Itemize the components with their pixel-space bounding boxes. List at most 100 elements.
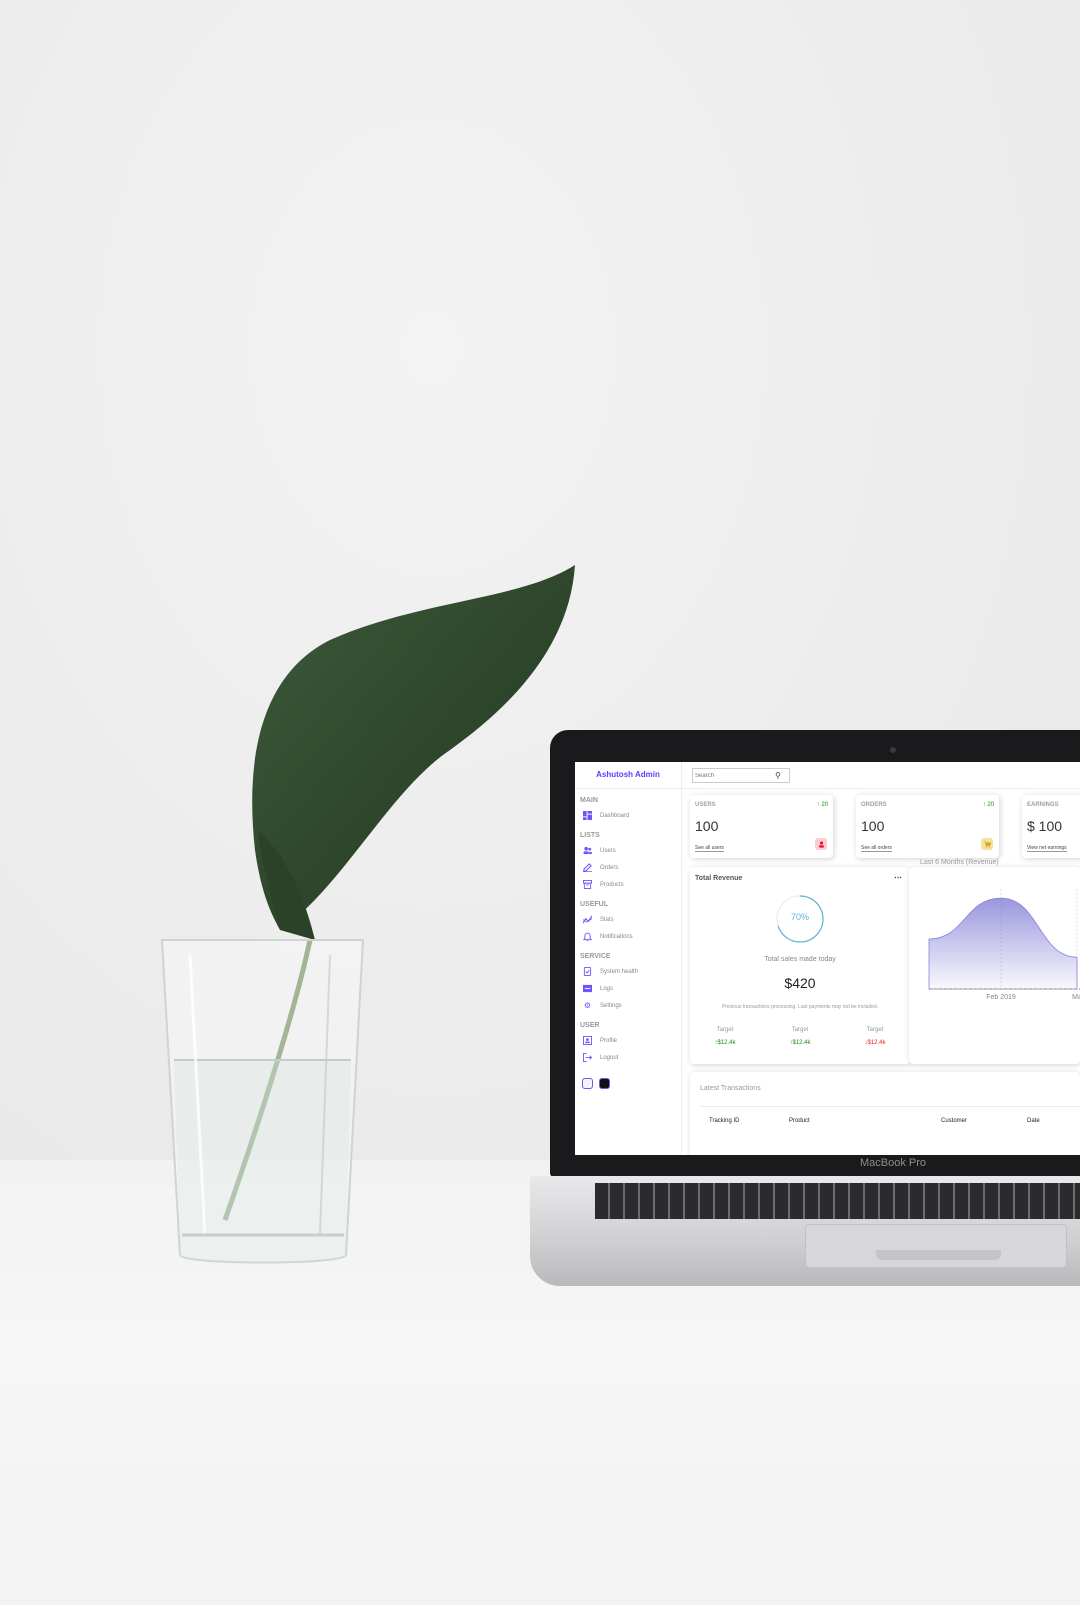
more-options-icon[interactable]: ⋯ [894,873,902,882]
chart-title: Last 6 Months (Revenue) [920,859,999,866]
section-service-title: SERVICE [580,953,611,960]
sidebar-item-logout[interactable]: Logout [575,1049,681,1066]
target-amount: $12.4k [867,1040,886,1046]
column-header[interactable]: Product [789,1118,810,1124]
widget-title: ORDERS [861,802,887,808]
search-icon[interactable]: ⚲ [775,771,781,780]
targets-row: Target ↑$12.4k Target ↑$12.4k Target ↓$1… [695,1027,905,1046]
dark-theme-swatch[interactable] [599,1078,610,1089]
area-chart-svg: Feb 2019 Ma [928,889,1080,1001]
water-glass-image [160,939,365,1264]
transactions-title: Latest Transactions [700,1085,761,1092]
bell-icon [583,932,592,941]
target-item: Target ↑$12.4k [770,1027,830,1046]
laptop-trackpad [805,1224,1067,1268]
widget-earnings: EARNINGS $ 100 View net earnings [1022,795,1080,858]
chart-tick-label: Ma [1072,994,1080,1001]
logs-icon [583,984,592,993]
progress-label: 70% [790,912,809,922]
sidebar-item-profile[interactable]: Profile [575,1032,681,1049]
users-icon [583,846,592,855]
sidebar-item-settings[interactable]: ⚙ Settings [575,997,681,1014]
transactions-table-header: Tracking ID Product Customer Date [700,1106,1080,1133]
light-theme-swatch[interactable] [582,1078,593,1089]
featured-subtitle: Total sales made today [764,956,836,963]
sidebar-item-label: Logout [600,1054,619,1061]
widget-users: USERS ↑ 20 100 See all users [690,795,833,858]
sidebar-item-label: Stats [600,916,614,923]
laptop-lid-notch [876,1250,1001,1260]
widget-title: EARNINGS [1027,802,1059,808]
target-amount: $12.4k [717,1040,736,1046]
sidebar-item-orders[interactable]: Orders [575,859,681,876]
gear-icon: ⚙ [583,1001,592,1010]
laptop-screen: Ashutosh Admin MAIN Dashboard LISTS User… [575,762,1080,1155]
widget-title: USERS [695,802,716,808]
search-input[interactable] [693,772,775,779]
sidebar-item-products[interactable]: Products [575,876,681,893]
sidebar-item-label: Notifications [600,933,633,940]
featured-amount: $420 [784,975,816,991]
sidebar-item-label: Users [600,847,616,854]
sidebar-item-logs[interactable]: Logs [575,980,681,997]
sidebar-item-label: Orders [600,864,619,871]
sidebar-item-dashboard[interactable]: Dashboard [575,807,681,824]
target-label: Target [716,1027,734,1033]
target-amount: $12.4k [792,1040,811,1046]
latest-transactions-card: Latest Transactions Tracking ID Product … [690,1072,1080,1155]
widget-percentage: ↑ 20 [983,802,994,808]
webcam [890,747,896,753]
orders-icon [583,863,592,872]
dashboard-icon [583,811,592,820]
section-user-title: USER [580,1022,600,1029]
theme-switcher [582,1078,681,1089]
widget-link[interactable]: See all users [695,845,724,852]
app-logo[interactable]: Ashutosh Admin [596,770,660,779]
widget-value: $ 100 [1027,818,1063,834]
sidebar-item-stats[interactable]: Stats [575,911,681,928]
sidebar-item-label: Products [600,881,624,888]
widget-link[interactable]: See all orders [861,845,892,852]
revenue-chart: Last 6 Months (Revenue) Feb 2019 Ma [919,859,1080,1064]
profile-icon [583,1036,592,1045]
widget-link[interactable]: View net earnings [1027,845,1067,852]
sidebar-item-system-health[interactable]: System health [575,963,681,980]
widget-diff: 20 [821,802,828,808]
sidebar: Ashutosh Admin MAIN Dashboard LISTS User… [575,762,682,1155]
widget-orders: ORDERS ↑ 20 100 See all orders [856,795,999,858]
target-item: Target ↓$12.4k [845,1027,905,1046]
total-revenue-card: Total Revenue ⋯ 70% Total sales made tod… [690,867,910,1064]
widget-value: 100 [861,818,885,834]
section-useful-title: USEFUL [580,901,608,908]
chart-tick-label: Feb 2019 [986,994,1016,1001]
logout-icon [583,1053,592,1062]
column-header[interactable]: Customer [941,1118,967,1124]
stats-icon [583,915,592,924]
widget-percentage: ↑ 20 [817,802,828,808]
target-value: ↓$12.4k [845,1040,905,1046]
featured-description: Previous transactions processing. Last p… [721,1004,879,1010]
sidebar-item-label: System health [600,968,639,975]
sidebar-item-label: Logs [600,985,614,992]
laptop-keyboard [595,1183,1080,1219]
section-main-title: MAIN [580,797,598,804]
sidebar-item-notifications[interactable]: Notifications [575,928,681,945]
system-health-icon [583,967,592,976]
chart-area-series [928,897,1078,990]
target-label: Target [866,1027,884,1033]
target-label: Target [791,1027,809,1033]
widget-diff: 20 [987,802,994,808]
cart-icon [981,838,993,850]
target-value: ↑$12.4k [695,1040,755,1046]
user-icon [815,838,827,850]
laptop-brand-label: MacBook Pro [860,1157,927,1169]
column-header[interactable]: Tracking ID [709,1118,739,1124]
logo-bar: Ashutosh Admin [575,762,681,789]
arrow-up-icon: ↑ [982,802,986,808]
sidebar-item-users[interactable]: Users [575,842,681,859]
target-value: ↑$12.4k [770,1040,830,1046]
target-item: Target ↑$12.4k [695,1027,755,1046]
section-lists-title: LISTS [580,832,600,839]
column-header[interactable]: Date [1027,1118,1040,1124]
sidebar-item-label: Profile [600,1037,618,1044]
